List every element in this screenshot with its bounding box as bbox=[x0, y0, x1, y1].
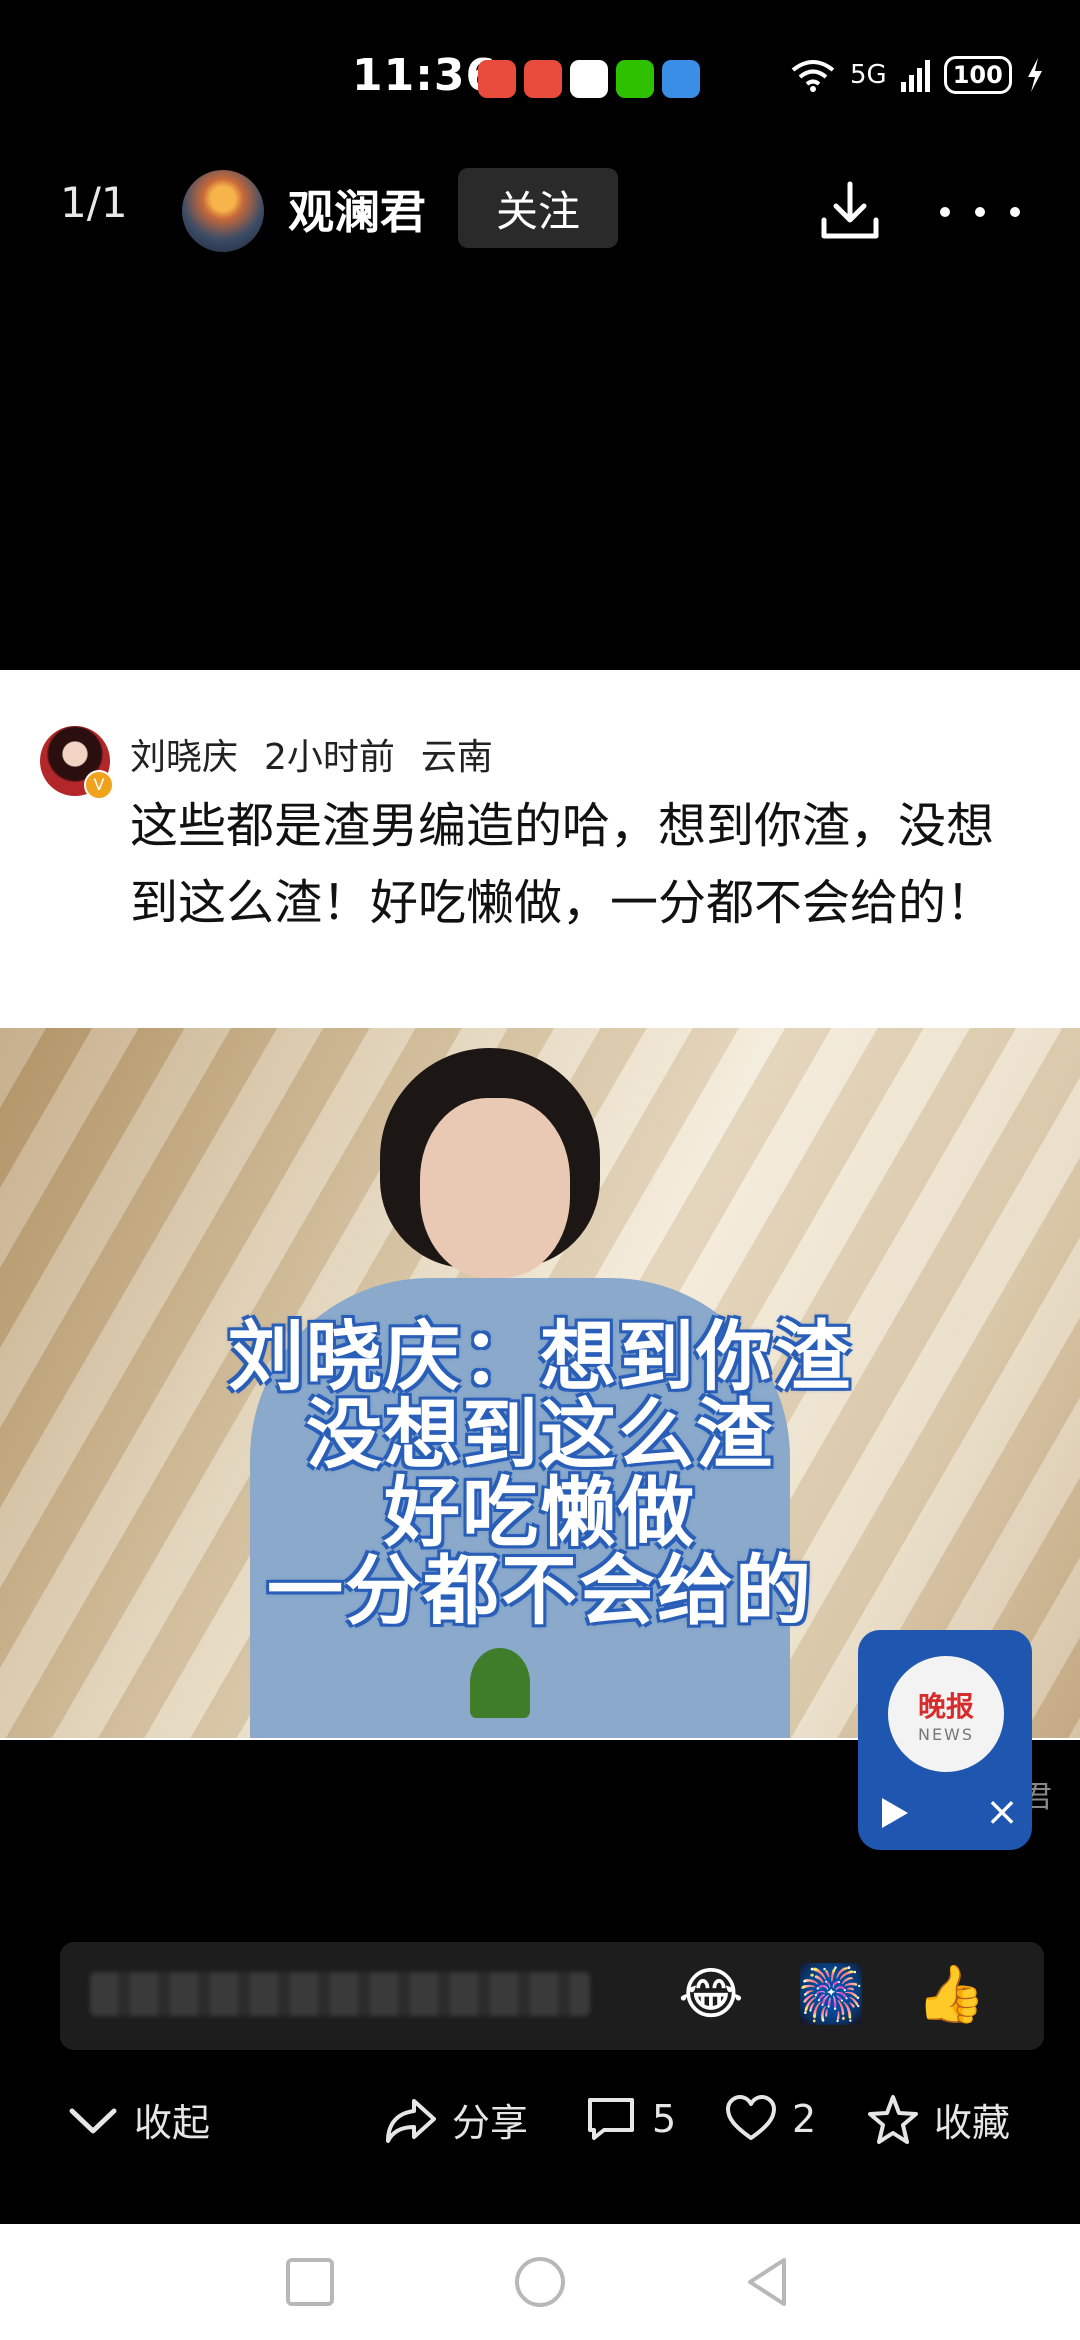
back-icon[interactable] bbox=[740, 2254, 796, 2310]
dot bbox=[940, 207, 950, 217]
play-icon[interactable] bbox=[882, 1798, 908, 1828]
news-logo-en: NEWS bbox=[917, 1724, 975, 1744]
dot bbox=[975, 207, 985, 217]
comment-meta: 刘晓庆 2小时前 云南 bbox=[130, 728, 493, 780]
follow-button[interactable]: 关注 bbox=[458, 168, 618, 248]
charging-icon bbox=[1027, 58, 1042, 92]
news-logo[interactable]: 晚报 NEWS bbox=[888, 1656, 1004, 1772]
wifi-icon bbox=[791, 60, 835, 92]
laughing-emoji-icon[interactable]: 😂 bbox=[676, 1960, 746, 2030]
caption-line: 好吃懒做 bbox=[384, 1468, 696, 1557]
plant-decoration bbox=[470, 1648, 530, 1718]
share-label: 分享 bbox=[452, 2101, 529, 2145]
heart-icon bbox=[726, 2095, 776, 2140]
signal-icon bbox=[900, 58, 930, 92]
comment-author-avatar: V bbox=[40, 726, 114, 800]
comment-location: 云南 bbox=[420, 737, 493, 778]
comment-author: 刘晓庆 bbox=[130, 737, 239, 778]
comment-text: 这些都是渣男编造的哈，想到你渣，没想到这么渣！好吃懒做，一分都不会给的！ bbox=[130, 798, 995, 931]
star-icon bbox=[868, 2094, 918, 2144]
download-icon[interactable] bbox=[814, 176, 886, 248]
comment-icon bbox=[588, 2098, 634, 2140]
caption-line: 没想到这么渣 bbox=[306, 1390, 774, 1479]
huawei-app-icon bbox=[524, 60, 562, 98]
share-button[interactable]: 分享 bbox=[384, 2092, 528, 2147]
comment-time: 2小时前 bbox=[264, 737, 395, 778]
thumbs-up-emoji-icon[interactable]: 👍 bbox=[916, 1960, 986, 2030]
comments-button[interactable]: 5 bbox=[584, 2092, 676, 2146]
video-caption: 刘晓庆：想到你渣 没想到这么渣 好吃懒做 一分都不会给的 bbox=[0, 1318, 1080, 1630]
favorite-button[interactable]: 收藏 bbox=[866, 2092, 1010, 2147]
news-logo-cn: 晚报 bbox=[917, 1689, 974, 1723]
caption-line: 一分都不会给的 bbox=[267, 1546, 813, 1635]
verified-badge-icon: V bbox=[84, 770, 114, 800]
floating-news-player[interactable]: 晚报 NEWS × bbox=[858, 1630, 1032, 1850]
comment-placeholder-blurred bbox=[90, 1972, 590, 2016]
status-right: 5G 100 bbox=[790, 56, 1044, 94]
collapse-button[interactable]: 收起 bbox=[66, 2092, 210, 2147]
battery-indicator: 100 bbox=[943, 56, 1012, 94]
author-avatar[interactable] bbox=[182, 170, 264, 252]
status-app-icons bbox=[478, 60, 700, 98]
home-icon[interactable] bbox=[512, 2254, 568, 2310]
fireworks-emoji-icon[interactable]: 🎆 bbox=[796, 1960, 866, 2030]
recent-apps-icon[interactable] bbox=[282, 2254, 338, 2310]
likes-count: 2 bbox=[792, 2097, 817, 2141]
comments-count: 5 bbox=[652, 2097, 677, 2141]
dot bbox=[1010, 207, 1020, 217]
wechat-icon bbox=[616, 60, 654, 98]
share-icon bbox=[386, 2098, 436, 2143]
author-name[interactable]: 观澜君 bbox=[288, 176, 426, 242]
more-options-icon[interactable] bbox=[940, 176, 1020, 248]
close-icon[interactable]: × bbox=[982, 1790, 1022, 1834]
page-counter: 1/1 bbox=[60, 178, 128, 227]
chevron-down-icon bbox=[69, 2108, 117, 2133]
qq-icon bbox=[570, 60, 608, 98]
browser-icon bbox=[662, 60, 700, 98]
person-face bbox=[420, 1098, 570, 1278]
caption-line: 刘晓庆：想到你渣 bbox=[228, 1312, 852, 1401]
favorite-label: 收藏 bbox=[934, 2101, 1011, 2145]
collapse-label: 收起 bbox=[134, 2101, 211, 2145]
like-button[interactable]: 2 bbox=[724, 2092, 816, 2146]
ticket-app-icon bbox=[478, 60, 516, 98]
network-type: 5G bbox=[850, 60, 887, 90]
status-time: 11:36 bbox=[352, 50, 498, 101]
